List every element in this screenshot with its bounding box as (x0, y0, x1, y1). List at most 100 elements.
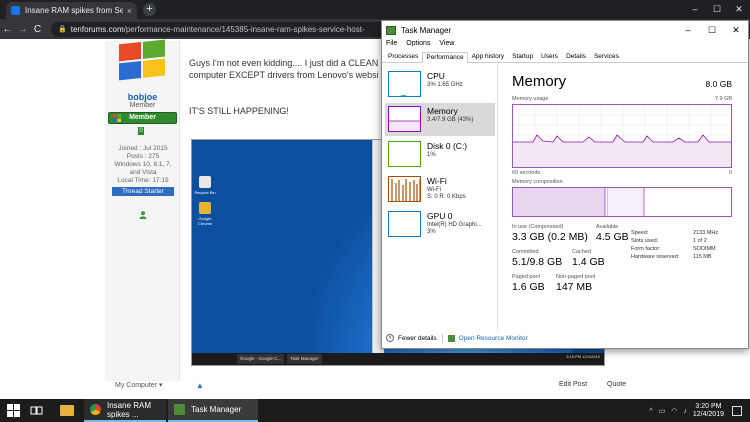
chrome-desktop-icon (199, 202, 211, 214)
report-warning-icon[interactable]: ▲ (196, 381, 204, 390)
reputation-count: 0 (138, 127, 144, 135)
resource-wifi[interactable]: Wi-Fi Wi-Fi S: 0 R: 0 Kbps (385, 173, 495, 206)
resource-memory[interactable]: Memory 3.4/7.9 GB (43%) (385, 103, 495, 136)
embedded-taskbar: Google - Google C... Task Manager 3:16 P… (192, 353, 604, 365)
resource-cpu[interactable]: CPU 3% 1.65 GHz (385, 68, 495, 101)
tray-icons[interactable]: ^ ▭ ◠ ♪ (643, 406, 687, 415)
task-manager-icon (174, 404, 185, 415)
tab-processes[interactable]: Processes (384, 51, 422, 62)
tab-services[interactable]: Services (590, 51, 623, 62)
notification-icon[interactable] (732, 405, 742, 416)
stat-paged-pool: Paged pool 1.6 GB (512, 274, 545, 293)
member-badge: Member (108, 112, 177, 124)
post-line-1: Guys I'm not even kidding.... I just did… (189, 58, 379, 68)
reload-icon[interactable]: C (30, 24, 45, 35)
window-title: Task Manager (401, 26, 452, 35)
start-button-icon[interactable] (7, 404, 20, 417)
graph-time-span: 60 seconds (512, 170, 541, 176)
wifi-thumbnail (388, 176, 421, 202)
task-manager-titlebar[interactable]: Task Manager – ☐ ✕ (382, 21, 748, 40)
file-explorer-icon[interactable] (60, 405, 74, 416)
menu-options[interactable]: Options (406, 40, 430, 51)
resource-detail: Wi-Fi S: 0 R: 0 Kbps (427, 187, 466, 200)
favicon-icon (11, 6, 20, 15)
taskbar-chrome-button[interactable]: Insane RAM spikes ... (84, 399, 166, 422)
open-resource-monitor-link[interactable]: Open Resource Monitor (447, 334, 528, 342)
minimize-button[interactable]: – (676, 25, 700, 36)
memory-composition-bar (512, 187, 732, 217)
tab-startup[interactable]: Startup (508, 51, 537, 62)
spec-form-factor: Form factor: SODIMM (631, 246, 716, 252)
person-icon[interactable] (139, 211, 147, 219)
resource-name: GPU 0 (427, 211, 453, 221)
embedded-clock: 3:16 PM 12/4/2019 (566, 354, 600, 359)
clock-time: 3:20 PM (695, 402, 722, 410)
post-count: Posts : 275 (126, 153, 160, 160)
url-host: tenforums.com (70, 24, 124, 34)
wifi-icon[interactable]: ◠ (671, 408, 677, 415)
task-view-icon[interactable] (30, 404, 43, 417)
resource-disk[interactable]: Disk 0 (C:) 1% (385, 138, 495, 171)
taskbar-taskmanager-button[interactable]: Task Manager (168, 399, 258, 422)
chevron-up-icon[interactable]: ^ (649, 408, 652, 415)
maximize-button[interactable]: ☐ (700, 25, 724, 36)
memory-usage-max: 7.9 GB (714, 96, 732, 102)
task-manager-window[interactable]: Task Manager – ☐ ✕ File Options View Pro… (381, 20, 749, 349)
joined-date: Joined : Jul 2015 (118, 145, 168, 152)
user-stats: Joined : Jul 2015 Posts : 275 Windows 10… (112, 145, 174, 185)
stat-nonpaged-pool: Non-paged pool 147 MB (556, 274, 595, 293)
stat-in-use: In use (Compressed) 3.3 GB (0.2 MB) (512, 224, 588, 243)
menu-view[interactable]: View (439, 40, 454, 51)
wifi-mini-graph (391, 179, 420, 201)
memory-total: 8.0 GB (705, 79, 732, 89)
forward-icon[interactable]: → (15, 24, 30, 35)
my-computer-link[interactable]: My Computer ▾ (115, 381, 162, 389)
windows-logo-icon (113, 114, 121, 122)
maximize-button[interactable]: ☐ (706, 0, 728, 19)
chrome-icon (90, 404, 101, 415)
resource-detail: 3.4/7.9 GB (43%) (427, 117, 474, 123)
resource-gpu[interactable]: GPU 0 Intel(R) HD Graphi... 3% (385, 208, 495, 241)
chevron-up-icon: ˄ (386, 334, 394, 342)
edit-post-button[interactable]: Edit Post (559, 381, 587, 388)
stat-label: Available (596, 224, 619, 230)
stat-value: 5.1/9.8 GB (512, 256, 563, 268)
memory-composition-fill (513, 188, 645, 216)
stat-available: Available 4.5 GB (596, 224, 629, 243)
taskbar-clock[interactable]: 3:20 PM 12/4/2019 (693, 403, 724, 419)
resource-monitor-icon (447, 334, 455, 342)
spec-hardware-reserved: Hardware reserved: 115 MB (631, 254, 712, 260)
tab-performance[interactable]: Performance (422, 52, 468, 63)
thread-starter-badge: Thread Starter (112, 187, 174, 196)
tab-users[interactable]: Users (537, 51, 562, 62)
volume-icon[interactable]: ♪ (683, 408, 687, 415)
close-button[interactable]: ✕ (724, 25, 748, 36)
close-button[interactable]: ✕ (728, 0, 750, 19)
resource-list: CPU 3% 1.65 GHz Memory 3.4/7.9 GB (43%) … (382, 64, 498, 329)
memory-usage-line (513, 105, 731, 167)
menu-file[interactable]: File (386, 40, 397, 51)
stat-cached: Cached 1.4 GB (572, 249, 605, 268)
address-bar[interactable]: 🔒 tenforums.com /performance-maintenance… (51, 21, 421, 37)
avatar[interactable] (113, 39, 173, 83)
member-badge-label: Member (129, 114, 156, 121)
tab-app-history[interactable]: App history (468, 51, 509, 62)
memory-composition-label: Memory composition (512, 179, 563, 185)
back-icon[interactable]: ← (0, 24, 15, 35)
window-controls: – ☐ ✕ (676, 25, 748, 36)
fewer-details-button[interactable]: ˄ Fewer details (386, 334, 437, 342)
memory-detail: Memory 8.0 GB Memory usage 7.9 GB 60 sec… (510, 64, 740, 329)
tab-details[interactable]: Details (562, 51, 590, 62)
spec-slots: Slots used: 1 of 2 (631, 238, 707, 244)
tab-close-icon[interactable]: × (127, 6, 132, 16)
battery-icon[interactable]: ▭ (659, 408, 666, 415)
task-manager-footer: ˄ Fewer details Open Resource Monitor (382, 328, 748, 348)
cpu-mini-graph (400, 94, 420, 96)
quote-button[interactable]: Quote (607, 381, 626, 388)
gpu-mini-graph (389, 212, 421, 237)
username[interactable]: bobjoe (105, 92, 180, 102)
browser-tab[interactable]: Insane RAM spikes from Service × (6, 2, 137, 19)
new-tab-button[interactable]: + (143, 3, 156, 16)
minimize-button[interactable]: – (684, 0, 706, 19)
resource-name: Memory (427, 106, 458, 116)
